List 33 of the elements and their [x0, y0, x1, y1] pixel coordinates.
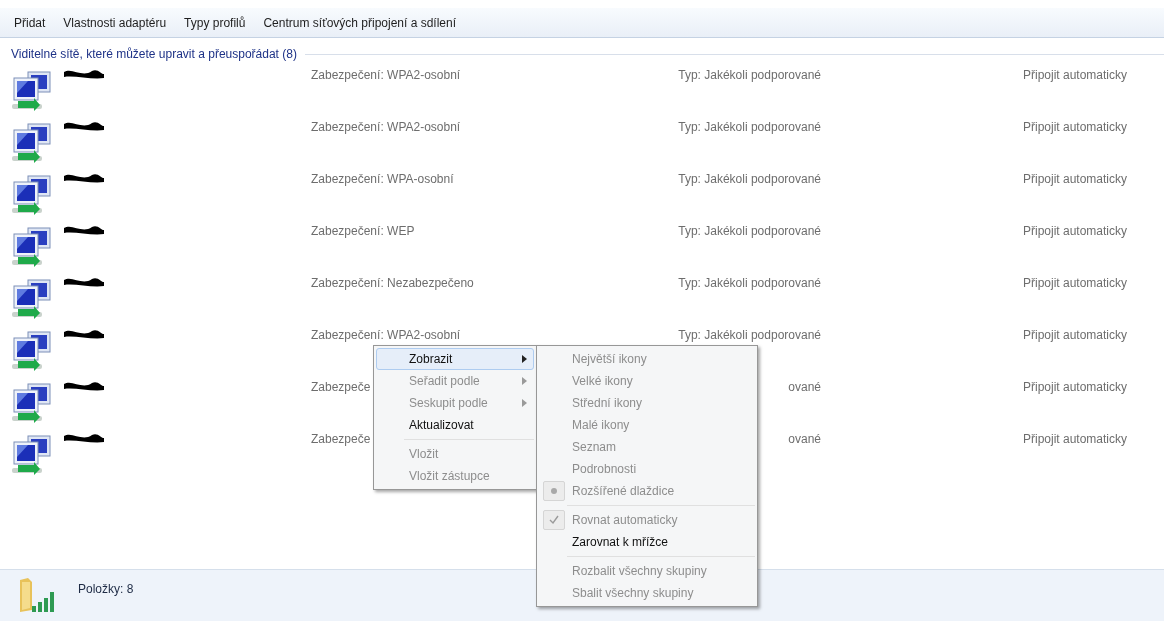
group-header[interactable]: Viditelné sítě, které můžete upravit a přeuspořádat (8) — [11, 45, 297, 63]
toolbar-button[interactable]: Typy profilů — [176, 10, 254, 35]
menu-item[interactable]: Zobrazit — [376, 348, 534, 370]
security-label: Zabezpečení: WEP — [311, 223, 415, 240]
toolbar-button[interactable]: Centrum síťových připojení a sdílení — [255, 10, 465, 35]
security-label: Zabezpečení: WPA2-osobní — [311, 67, 461, 84]
security-label: Zabezpečení: WPA2-osobní — [311, 327, 461, 344]
security-label: Zabezpeče — [311, 379, 371, 396]
connection-mode-label: Připojit automaticky — [1023, 223, 1128, 240]
toolbar-button[interactable]: Přidat — [6, 10, 54, 35]
type-label: Typ: Jakékoli podporované — [678, 275, 821, 292]
type-label: Typ: Jakékoli podporované — [678, 223, 821, 240]
type-label: Typ: Jakékoli podporované — [678, 67, 821, 84]
item-count: Položky: 8 — [78, 581, 134, 598]
menu-item[interactable]: Aktualizovat — [376, 414, 534, 436]
type-label: ované — [788, 379, 821, 396]
connection-mode-label: Připojit automaticky — [1023, 67, 1128, 84]
type-label: Typ: Jakékoli podporované — [678, 119, 821, 136]
type-label: ované — [788, 431, 821, 448]
security-label: Zabezpeče — [311, 431, 371, 448]
type-label: Typ: Jakékoli podporované — [678, 327, 821, 344]
security-label: Zabezpečení: Nezabezpečeno — [311, 275, 474, 292]
menu-item[interactable]: Zarovnat k mřížce — [539, 531, 755, 553]
toolbar-button[interactable]: Vlastnosti adaptéru — [55, 10, 175, 35]
connection-mode-label: Připojit automaticky — [1023, 379, 1128, 396]
connection-mode-label: Připojit automaticky — [1023, 327, 1128, 344]
connection-mode-label: Připojit automaticky — [1023, 275, 1128, 292]
security-label: Zabezpečení: WPA2-osobní — [311, 119, 461, 136]
type-label: Typ: Jakékoli podporované — [678, 171, 821, 188]
connection-mode-label: Připojit automaticky — [1023, 431, 1128, 448]
security-label: Zabezpečení: WPA-osobní — [311, 171, 454, 188]
connection-mode-label: Připojit automaticky — [1023, 119, 1128, 136]
connection-mode-label: Připojit automaticky — [1023, 171, 1128, 188]
